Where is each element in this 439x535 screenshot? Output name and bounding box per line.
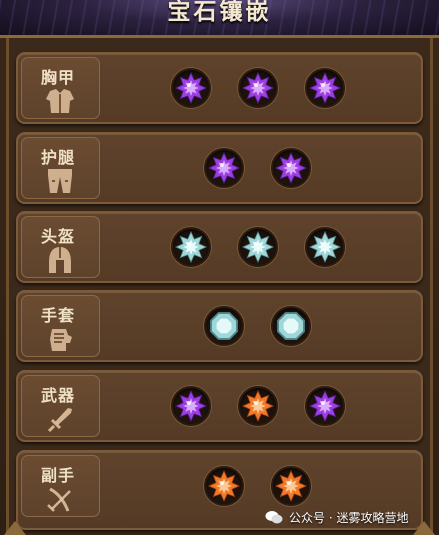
gem-socket-topaz[interactable] <box>271 466 311 506</box>
gem-socket-diamond[interactable] <box>204 306 244 346</box>
slot-label-box: 护腿 <box>21 137 100 199</box>
equipment-row-helmet[interactable]: 头盔 <box>16 211 423 283</box>
wechat-icon <box>265 511 283 524</box>
watermark: 公众号 · 迷雾攻略营地 <box>265 507 408 527</box>
equipment-row-weapon[interactable]: 武器 <box>16 370 423 442</box>
slot-label-box: 武器 <box>21 375 100 437</box>
slot-label-box: 头盔 <box>21 216 100 278</box>
gem-socket-topaz[interactable] <box>204 466 244 506</box>
offhand-icon <box>47 487 71 512</box>
frame-corner-ornament <box>4 521 26 535</box>
gem-socket-amethyst[interactable] <box>171 68 211 108</box>
slot-label: 护腿 <box>41 148 76 167</box>
panel-header: 宝石镶嵌 <box>0 0 439 38</box>
gem-socket-amethyst[interactable] <box>271 148 311 188</box>
chest-armor-icon <box>46 89 74 113</box>
gem-socket-amethyst[interactable] <box>204 148 244 188</box>
slot-label: 手套 <box>41 306 76 325</box>
gem-socket-amethyst[interactable] <box>305 386 345 426</box>
helmet-icon <box>49 247 71 273</box>
slot-label: 武器 <box>41 386 76 405</box>
gem-socket-amethyst[interactable] <box>305 68 345 108</box>
watermark-text: 公众号 · 迷雾攻略营地 <box>289 510 409 525</box>
leg-armor-icon <box>48 169 72 193</box>
slot-label: 胸甲 <box>41 68 76 87</box>
slot-label-box: 副手 <box>21 455 100 517</box>
gem-socket-topaz[interactable] <box>238 386 278 426</box>
gem-socket-amethyst[interactable] <box>171 386 211 426</box>
sword-icon <box>47 408 72 433</box>
slot-label-box: 胸甲 <box>21 57 100 119</box>
slot-label: 头盔 <box>41 227 76 246</box>
gauntlet-icon <box>50 329 72 351</box>
gem-socket-diamond[interactable] <box>238 227 278 267</box>
slot-label-box: 手套 <box>21 295 100 357</box>
gem-socket-amethyst[interactable] <box>238 68 278 108</box>
gem-socket-diamond[interactable] <box>271 306 311 346</box>
equipment-row-chest[interactable]: 胸甲 <box>16 52 423 124</box>
equipment-row-gloves[interactable]: 手套 <box>16 290 423 362</box>
gem-socket-diamond[interactable] <box>305 227 345 267</box>
slot-label: 副手 <box>41 466 76 485</box>
equipment-row-legs[interactable]: 护腿 <box>16 132 423 204</box>
panel-title: 宝石镶嵌 <box>167 0 272 25</box>
gem-socket-diamond[interactable] <box>171 227 211 267</box>
gem-inlay-panel: 宝石镶嵌 胸甲 护腿 头盔 手套 武器 副手 公众号 · 迷雾攻略营地 <box>0 0 439 535</box>
frame-corner-ornament <box>413 521 435 535</box>
